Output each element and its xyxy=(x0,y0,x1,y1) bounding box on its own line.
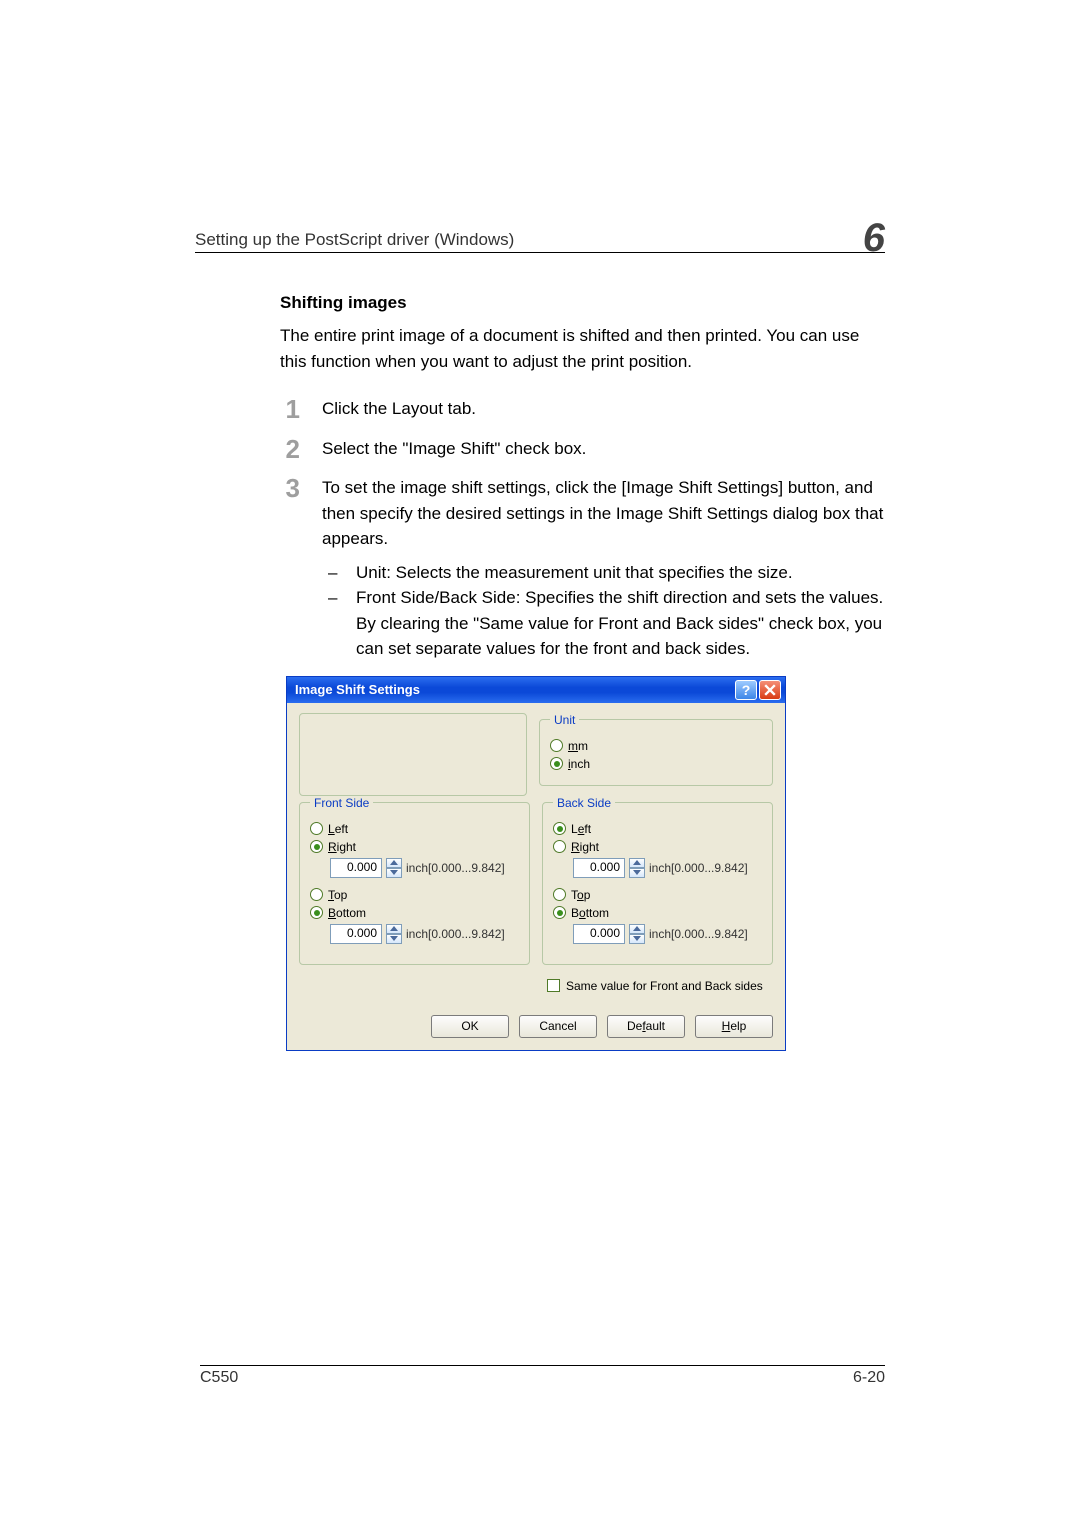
spin-up-icon[interactable] xyxy=(386,858,402,868)
titlebar-close-button[interactable] xyxy=(759,680,781,700)
help-button[interactable]: HelpHelp xyxy=(695,1015,773,1038)
default-button[interactable]: DefaultDefault xyxy=(607,1015,685,1038)
back-right-radio[interactable]: RightRight xyxy=(553,840,762,854)
front-side-group: Front Side LeftLeft RightRight 0.000 xyxy=(299,796,530,965)
preview-area xyxy=(299,713,527,796)
unit-group: Unit mmmm inchinch xyxy=(539,713,773,786)
same-value-label: Same value for Front and Back sidesSame … xyxy=(566,979,763,993)
back-side-group: Back Side LeftLeft RightRight 0.000 xyxy=(542,796,773,965)
spin-up-icon[interactable] xyxy=(629,858,645,868)
section-title: Shifting images xyxy=(280,293,885,313)
front-horizontal-range: inch[0.000...9.842] xyxy=(406,861,505,875)
step-3-text: To set the image shift settings, click t… xyxy=(322,478,883,548)
chapter-number: 6 xyxy=(863,218,885,258)
front-vertical-value[interactable]: 0.000 xyxy=(330,924,382,944)
back-side-legend: Back Side xyxy=(553,796,615,810)
front-left-radio[interactable]: LeftLeft xyxy=(310,822,519,836)
front-top-radio[interactable]: TopTop xyxy=(310,888,519,902)
front-right-radio[interactable]: RightRight xyxy=(310,840,519,854)
image-shift-settings-dialog: Image Shift Settings ? Unit mmmm xyxy=(286,676,786,1051)
ok-button[interactable]: OK xyxy=(431,1015,509,1038)
spin-up-icon[interactable] xyxy=(629,924,645,934)
spin-down-icon[interactable] xyxy=(629,934,645,944)
spin-down-icon[interactable] xyxy=(386,868,402,878)
back-top-radio[interactable]: TopTop xyxy=(553,888,762,902)
back-horizontal-spinner[interactable] xyxy=(629,858,645,878)
same-value-checkbox-row[interactable]: Same value for Front and Back sidesSame … xyxy=(547,975,773,1003)
running-header-title: Setting up the PostScript driver (Window… xyxy=(195,230,514,250)
back-vertical-value[interactable]: 0.000 xyxy=(573,924,625,944)
step-2: Select the "Image Shift" check box. xyxy=(280,436,885,462)
back-left-radio[interactable]: LeftLeft xyxy=(553,822,762,836)
footer-model: C550 xyxy=(200,1369,238,1387)
titlebar-help-button[interactable]: ? xyxy=(735,680,757,700)
front-horizontal-spinner[interactable] xyxy=(386,858,402,878)
front-vertical-spinner[interactable] xyxy=(386,924,402,944)
unit-inch-radio[interactable]: inchinch xyxy=(550,757,762,771)
unit-legend: Unit xyxy=(550,713,579,727)
front-horizontal-value[interactable]: 0.000 xyxy=(330,858,382,878)
unit-mm-radio[interactable]: mmmm xyxy=(550,739,762,753)
front-vertical-range: inch[0.000...9.842] xyxy=(406,927,505,941)
section-intro: The entire print image of a document is … xyxy=(280,323,885,374)
step-1: Click the Layout tab. xyxy=(280,396,885,422)
front-bottom-radio[interactable]: BottomBottom xyxy=(310,906,519,920)
help-icon: ? xyxy=(742,682,751,698)
spin-up-icon[interactable] xyxy=(386,924,402,934)
back-horizontal-range: inch[0.000...9.842] xyxy=(649,861,748,875)
close-icon xyxy=(764,684,776,696)
footer-page: 6-20 xyxy=(853,1369,885,1387)
cancel-button[interactable]: Cancel xyxy=(519,1015,597,1038)
same-value-checkbox[interactable] xyxy=(547,979,560,992)
step3-bullet-unit: Unit: Selects the measurement unit that … xyxy=(328,560,885,586)
spin-down-icon[interactable] xyxy=(386,934,402,944)
step-3: To set the image shift settings, click t… xyxy=(280,475,885,662)
dialog-titlebar[interactable]: Image Shift Settings ? xyxy=(287,677,785,703)
dialog-title: Image Shift Settings xyxy=(295,682,420,697)
step-2-text: Select the "Image Shift" check box. xyxy=(322,439,586,458)
back-vertical-range: inch[0.000...9.842] xyxy=(649,927,748,941)
back-vertical-spinner[interactable] xyxy=(629,924,645,944)
front-side-legend: Front Side xyxy=(310,796,373,810)
step3-bullet-frontback: Front Side/Back Side: Specifies the shif… xyxy=(328,585,885,662)
spin-down-icon[interactable] xyxy=(629,868,645,878)
back-bottom-radio[interactable]: BottomBottom xyxy=(553,906,762,920)
back-horizontal-value[interactable]: 0.000 xyxy=(573,858,625,878)
step-1-text: Click the Layout tab. xyxy=(322,399,476,418)
